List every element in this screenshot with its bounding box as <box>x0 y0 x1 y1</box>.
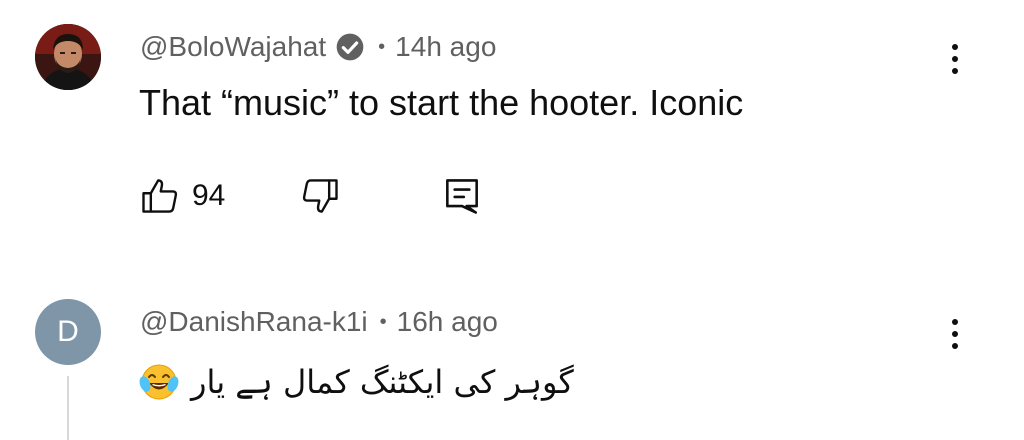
comment-meta: @DanishRana-k1i • 16h ago <box>140 304 498 340</box>
avatar-photo <box>35 24 101 90</box>
comment-actions: 94 <box>138 174 498 218</box>
comment-reply-icon <box>446 179 478 214</box>
author-name[interactable]: @BoloWajahat <box>140 31 326 63</box>
comment-text-content: گوہر کی ایکٹنگ کمال ہے یار <box>191 363 574 401</box>
comment-text: That “music” to start the hooter. Iconic <box>139 82 744 123</box>
like-count: 94 <box>192 179 226 212</box>
reply-button[interactable] <box>440 174 484 218</box>
avatar[interactable]: D <box>35 299 101 365</box>
laughing-tears-emoji <box>139 364 179 400</box>
comment-text: گوہر کی ایکٹنگ کمال ہے یار <box>139 362 574 402</box>
author-name[interactable]: @DanishRana-k1i <box>140 306 368 338</box>
comment-meta: @BoloWajahat • 14h ago <box>140 29 496 65</box>
more-options-button[interactable] <box>940 33 970 85</box>
comment-item: D @DanishRana-k1i • 16h ago گوہر کی ایکٹ… <box>0 284 1024 440</box>
more-options-button[interactable] <box>940 308 970 360</box>
thumbs-down-icon <box>302 179 338 213</box>
separator-dot: • <box>378 35 386 58</box>
timestamp[interactable]: 14h ago <box>395 31 496 63</box>
vertical-ellipsis-icon <box>952 44 958 50</box>
avatar-letter: D <box>57 315 79 348</box>
vertical-ellipsis-icon <box>952 319 958 325</box>
thread-line <box>67 376 69 440</box>
thumbs-up-icon <box>142 179 178 213</box>
like-button[interactable]: 94 <box>138 174 225 218</box>
avatar[interactable] <box>35 24 101 90</box>
dislike-button[interactable] <box>298 174 342 218</box>
comment-item: @BoloWajahat • 14h ago That “music” to s… <box>0 0 1024 260</box>
timestamp[interactable]: 16h ago <box>397 306 498 338</box>
separator-dot: • <box>379 310 387 333</box>
verified-check-icon <box>336 33 364 61</box>
